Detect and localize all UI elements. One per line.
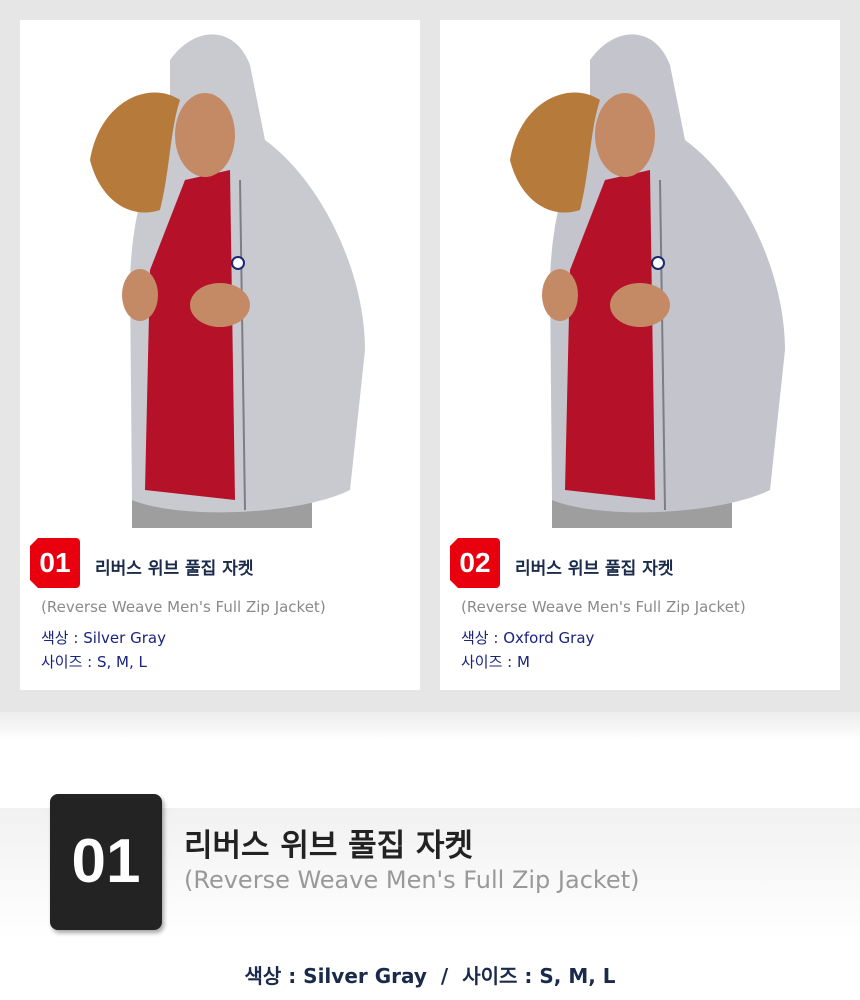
product-photo[interactable]	[20, 20, 420, 528]
model-jacket-image	[440, 20, 840, 528]
detail-size: 사이즈 : S, M, L	[462, 964, 616, 988]
product-title: 리버스 위브 풀집 자켓	[95, 559, 254, 579]
product-card-02[interactable]: 02 리버스 위브 풀집 자켓 (Reverse Weave Men's Ful…	[440, 20, 840, 690]
product-card-01[interactable]: 01 리버스 위브 풀집 자켓 (Reverse Weave Men's Ful…	[20, 20, 420, 690]
product-size: 사이즈 : S, M, L	[41, 653, 147, 671]
product-color: 색상 : Oxford Gray	[461, 629, 595, 647]
product-subtitle: (Reverse Weave Men's Full Zip Jacket)	[41, 598, 326, 616]
product-number-badge: 01	[30, 538, 80, 588]
model-jacket-image	[20, 20, 420, 528]
detail-separator: /	[440, 964, 449, 988]
detail-subtitle: (Reverse Weave Men's Full Zip Jacket)	[184, 866, 640, 894]
product-subtitle: (Reverse Weave Men's Full Zip Jacket)	[461, 598, 746, 616]
detail-color: 색상 : Silver Gray	[244, 964, 427, 988]
product-number-badge: 02	[450, 538, 500, 588]
detail-number-badge: 01	[50, 794, 162, 930]
detail-title: 리버스 위브 풀집 자켓	[184, 828, 474, 864]
detail-spec-line: 색상 : Silver Gray / 사이즈 : S, M, L	[0, 960, 860, 989]
product-title: 리버스 위브 풀집 자켓	[515, 559, 674, 579]
product-size: 사이즈 : M	[461, 653, 530, 671]
product-color: 색상 : Silver Gray	[41, 629, 166, 647]
product-photo[interactable]	[440, 20, 840, 528]
